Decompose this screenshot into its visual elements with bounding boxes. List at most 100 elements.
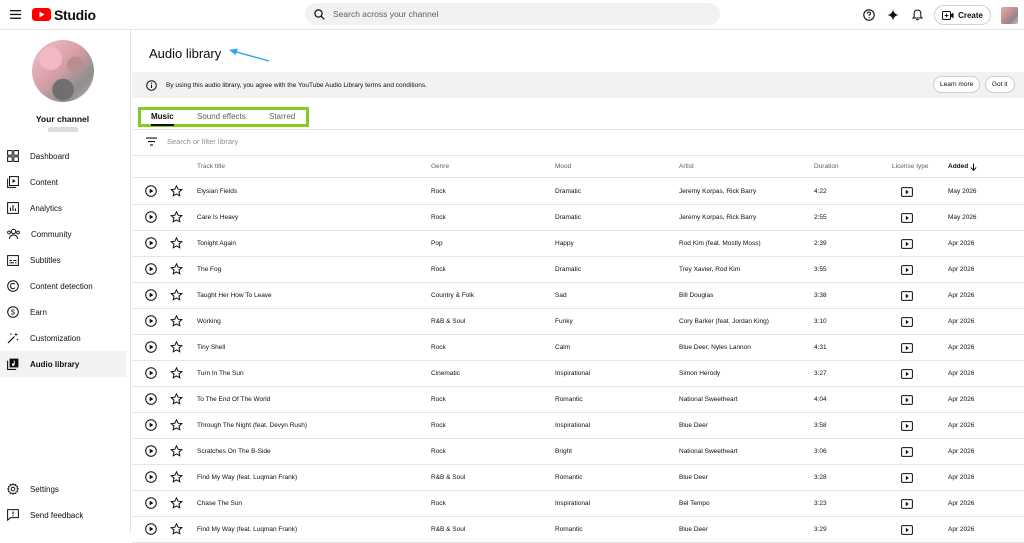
tab-music[interactable]: Music (151, 112, 174, 121)
license-youtube-icon[interactable] (901, 421, 913, 433)
table-row[interactable]: Elysian Fields Rock Dramatic Jeremy Korpas,… (132, 179, 1024, 205)
sidebar-item-settings[interactable]: Settings (0, 476, 126, 502)
play-icon[interactable] (145, 445, 157, 459)
learn-more-button[interactable]: Learn more (933, 76, 981, 93)
play-icon[interactable] (145, 419, 157, 433)
star-icon[interactable] (170, 496, 183, 511)
table-row[interactable]: Find My Way (feat. Luqman Frank) R&B & So… (132, 465, 1024, 491)
sort-down-arrow-icon[interactable] (970, 163, 977, 171)
table-row[interactable]: Scratches On The B-Side Rock Bright Nationa… (132, 439, 1024, 465)
play-icon[interactable] (145, 211, 157, 225)
license-youtube-icon[interactable] (901, 239, 913, 251)
play-icon[interactable] (145, 497, 157, 511)
star-icon[interactable] (170, 314, 183, 329)
table-row[interactable]: To The End Of The World Rock Romantic Natio… (132, 387, 1024, 413)
column-header-duration[interactable]: Duration (814, 163, 839, 170)
duration-cell: 4:22 (814, 188, 827, 195)
star-icon[interactable] (170, 210, 183, 225)
license-youtube-icon[interactable] (901, 473, 913, 485)
artist-cell: Simon Herody (679, 370, 721, 377)
license-youtube-icon[interactable] (901, 213, 913, 225)
filter-bar[interactable]: Search or filter library (146, 137, 238, 146)
sidebar-item-dashboard[interactable]: Dashboard (0, 143, 126, 169)
column-header-mood[interactable]: Mood (555, 163, 571, 170)
license-youtube-icon[interactable] (901, 187, 913, 199)
genre-cell: Rock (431, 266, 446, 273)
column-header-added[interactable]: Added (948, 163, 968, 170)
column-header-artist[interactable]: Artist (679, 163, 694, 170)
column-header-license-type[interactable]: License type (892, 163, 929, 170)
sidebar-item-earn[interactable]: $ Earn (0, 299, 126, 325)
sidebar-item-send-feedback[interactable]: Send feedback (0, 502, 126, 528)
play-icon[interactable] (145, 315, 157, 329)
star-icon[interactable] (170, 262, 183, 277)
table-row[interactable]: Find My Way (feat. Luqman Frank) R&B & So… (132, 517, 1024, 543)
star-icon[interactable] (170, 470, 183, 485)
star-icon[interactable] (170, 236, 183, 251)
table-row[interactable]: Tonight Again Pop Happy Rod Kim (feat. Most… (132, 231, 1024, 257)
column-header-track-title[interactable]: Track title (197, 163, 225, 170)
sidebar-item-subtitles[interactable]: Subtitles (0, 247, 126, 273)
play-icon[interactable] (145, 471, 157, 485)
star-icon[interactable] (170, 522, 183, 537)
table-row[interactable]: Working R&B & Soul Funky Cory Barker (feat.… (132, 309, 1024, 335)
play-icon[interactable] (145, 263, 157, 277)
search-bar[interactable]: Search across your channel (305, 3, 720, 25)
star-icon[interactable] (170, 392, 183, 407)
license-youtube-icon[interactable] (901, 265, 913, 277)
search-input[interactable]: Search across your channel (333, 9, 438, 19)
play-icon[interactable] (145, 341, 157, 355)
table-row[interactable]: Through The Night (feat. Devyn Rush) Rock… (132, 413, 1024, 439)
star-icon[interactable] (170, 418, 183, 433)
channel-avatar[interactable] (32, 40, 94, 102)
table-row[interactable]: Care Is Heavy Rock Dramatic Jeremy Korpas, … (132, 205, 1024, 231)
license-youtube-icon[interactable] (901, 317, 913, 329)
license-youtube-icon[interactable] (901, 291, 913, 303)
got-it-button[interactable]: Got it (985, 76, 1015, 93)
star-icon[interactable] (170, 184, 183, 199)
track-title: Find My Way (feat. Luqman Frank) (197, 474, 298, 481)
table-row[interactable]: Taught Her How To Leave Country & Folk Sad… (132, 283, 1024, 309)
sidebar-item-analytics[interactable]: Analytics (0, 195, 126, 221)
play-icon[interactable] (145, 185, 157, 199)
hamburger-menu-icon[interactable] (0, 0, 30, 30)
table-row[interactable]: Turn In The Sun Cinematic Inspirational Sim… (132, 361, 1024, 387)
mood-cell: Happy (555, 240, 574, 247)
sidebar-item-community[interactable]: Community (0, 221, 126, 247)
star-icon[interactable] (170, 288, 183, 303)
star-icon[interactable] (170, 340, 183, 355)
sidebar-item-customization[interactable]: Customization (0, 325, 126, 351)
license-youtube-icon[interactable] (901, 343, 913, 355)
sidebar-item-audio-library[interactable]: Audio library (0, 351, 126, 377)
tab-sound-effects[interactable]: Sound effects (197, 112, 246, 121)
license-youtube-icon[interactable] (901, 395, 913, 407)
duration-cell: 3:58 (814, 422, 827, 429)
license-youtube-icon[interactable] (901, 369, 913, 381)
sidebar-item-content[interactable]: Content (0, 169, 126, 195)
account-avatar[interactable] (1001, 6, 1018, 24)
mood-cell: Inspirational (555, 370, 591, 377)
play-icon[interactable] (145, 367, 157, 381)
star-icon[interactable] (170, 366, 183, 381)
column-header-genre[interactable]: Genre (431, 163, 449, 170)
license-youtube-icon[interactable] (901, 499, 913, 511)
create-button[interactable]: Create (934, 5, 991, 25)
license-youtube-icon[interactable] (901, 525, 913, 537)
notifications-bell-icon[interactable] (910, 8, 924, 22)
sidebar-item-content-detection[interactable]: Content detection (0, 273, 126, 299)
star-icon[interactable] (170, 444, 183, 459)
help-icon[interactable] (862, 8, 876, 22)
play-icon[interactable] (145, 523, 157, 537)
license-youtube-icon[interactable] (901, 447, 913, 459)
play-icon[interactable] (145, 289, 157, 303)
table-row[interactable]: The Fog Rock Dramatic Trey Xavier, Rod Kim 3… (132, 257, 1024, 283)
banner-text: By using this audio library, you agree w… (166, 81, 427, 89)
play-icon[interactable] (145, 237, 157, 251)
filter-input[interactable]: Search or filter library (167, 137, 238, 146)
play-icon[interactable] (145, 393, 157, 407)
youtube-studio-logo[interactable]: Studio (32, 7, 96, 23)
table-row[interactable]: Chase The Sun Rock Inspirational Bel Tempo 3… (132, 491, 1024, 517)
tab-starred[interactable]: Starred (269, 112, 295, 121)
sparkle-icon[interactable] (886, 8, 900, 22)
table-row[interactable]: Tiny Shell Rock Calm Blue Deer, Nyles Lanno… (132, 335, 1024, 361)
